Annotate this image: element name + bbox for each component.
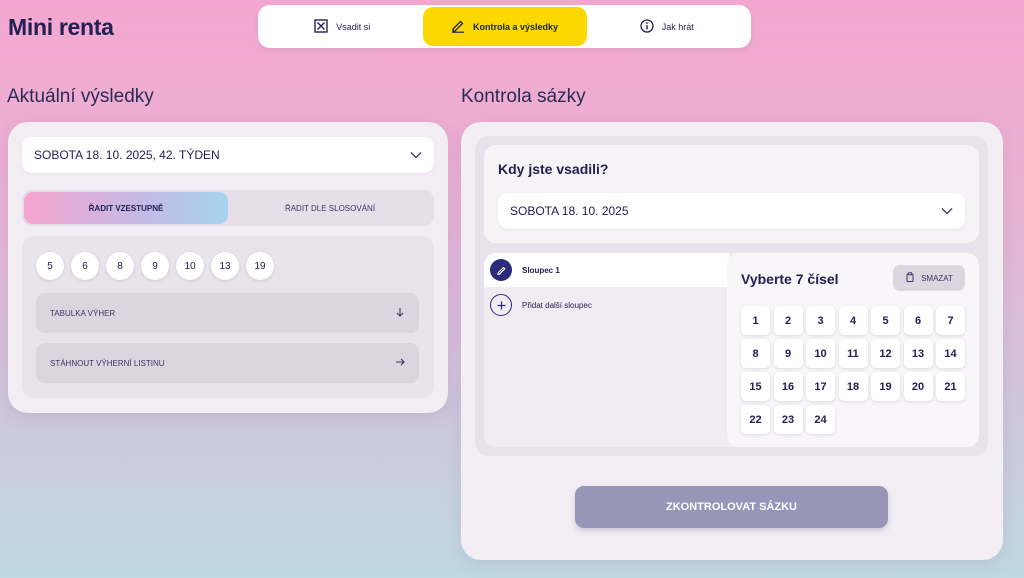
number-cell[interactable]: 1 <box>741 306 770 335</box>
number-cell[interactable]: 21 <box>936 372 965 401</box>
date-select-value: SOBOTA 18. 10. 2025 <box>510 204 629 218</box>
number-cell[interactable]: 17 <box>806 372 835 401</box>
picker-title: Vyberte 7 čísel <box>741 271 839 287</box>
prize-table-button[interactable]: TABULKA VÝHER <box>36 293 419 333</box>
number-cell[interactable]: 20 <box>903 372 933 401</box>
date-select[interactable]: SOBOTA 18. 10. 2025 <box>498 193 965 229</box>
check-title: Kontrola sázky <box>461 86 586 107</box>
number-cell[interactable]: 14 <box>936 339 965 368</box>
drawn-number: 8 <box>106 252 134 280</box>
chevron-down-icon <box>410 148 422 162</box>
number-cell[interactable]: 8 <box>741 339 770 368</box>
check-panel: Kdy jste vsadili? SOBOTA 18. 10. 2025 Sl… <box>475 136 988 456</box>
drawn-number: 10 <box>176 252 204 280</box>
results-title: Aktuální výsledky <box>7 86 154 107</box>
prize-table-label: TABULKA VÝHER <box>50 308 116 318</box>
number-picker: Vyberte 7 čísel SMAZAT 1 2 3 4 5 6 7 8 9 10 11 12 13… <box>727 253 979 447</box>
number-cell[interactable]: 23 <box>773 405 803 434</box>
add-column-label: Přidat další sloupec <box>522 300 592 310</box>
number-cell[interactable]: 11 <box>838 339 868 368</box>
ticket-x-icon <box>314 18 328 35</box>
chevron-down-icon <box>941 204 953 218</box>
number-cell[interactable]: 19 <box>871 372 900 401</box>
number-cell[interactable]: 9 <box>773 339 803 368</box>
tab-label: Vsadit si <box>336 21 371 32</box>
drawn-number: 5 <box>36 252 64 280</box>
results-card: SOBOTA 18. 10. 2025, 42. TÝDEN ŘADIT VZE… <box>8 122 448 413</box>
number-cell[interactable]: 10 <box>806 339 835 368</box>
top-navigation: Vsadit si Kontrola a výsledky Jak hrát <box>258 5 751 48</box>
download-list-button[interactable]: STÁHNOUT VÝHERNÍ LISTINU <box>36 343 419 383</box>
drawn-number: 13 <box>211 252 239 280</box>
tab-vsadit-si[interactable]: Vsadit si <box>262 7 423 46</box>
edit-pencil-icon <box>490 259 512 281</box>
sort-by-draw-button[interactable]: ŘADIT DLE SLOSOVÁNÍ <box>228 192 432 224</box>
number-cell[interactable]: 7 <box>936 306 965 335</box>
draw-select[interactable]: SOBOTA 18. 10. 2025, 42. TÝDEN <box>22 137 434 173</box>
number-grid: 1 2 3 4 5 6 7 8 9 10 11 12 13 14 15 16 17 18 19 20 21 22 23 24 <box>741 306 965 434</box>
plus-icon <box>490 294 512 316</box>
check-bet-button[interactable]: ZKONTROLOVAT SÁZKU <box>575 486 888 528</box>
clear-label: SMAZAT <box>921 273 953 283</box>
number-cell[interactable]: 24 <box>806 405 835 434</box>
drawn-number: 6 <box>71 252 99 280</box>
drawn-number: 19 <box>246 252 274 280</box>
tab-label: Kontrola a výsledky <box>472 21 559 32</box>
number-cell[interactable]: 13 <box>903 339 933 368</box>
arrow-down-icon <box>395 307 405 319</box>
clear-button[interactable]: SMAZAT <box>893 265 965 291</box>
sort-toggle: ŘADIT VZESTUPNĚ ŘADIT DLE SLOSOVÁNÍ <box>22 190 434 226</box>
check-card: Kdy jste vsadili? SOBOTA 18. 10. 2025 Sl… <box>461 122 1003 560</box>
number-cell[interactable]: 4 <box>838 306 868 335</box>
number-cell[interactable]: 18 <box>838 372 868 401</box>
column-1-label: Sloupec 1 <box>522 265 560 275</box>
tab-kontrola-a-vysledky[interactable]: Kontrola a výsledky <box>422 7 587 46</box>
results-box: 5 6 8 9 10 13 19 TABULKA VÝHER STÁHNOUT … <box>22 236 434 398</box>
add-column-button[interactable]: Přidat další sloupec <box>484 288 592 322</box>
draw-select-value: SOBOTA 18. 10. 2025, 42. TÝDEN <box>34 148 220 162</box>
arrow-right-icon <box>395 357 405 369</box>
when-box: Kdy jste vsadili? SOBOTA 18. 10. 2025 <box>484 145 979 243</box>
number-cell[interactable]: 12 <box>871 339 900 368</box>
number-cell[interactable]: 22 <box>741 405 770 434</box>
clipboard-icon <box>905 272 915 284</box>
column-1-item[interactable]: Sloupec 1 <box>484 253 729 287</box>
number-cell[interactable]: 5 <box>871 306 900 335</box>
info-icon <box>640 18 654 35</box>
pencil-icon <box>451 19 465 35</box>
when-title: Kdy jste vsadili? <box>498 161 609 177</box>
number-cell[interactable]: 2 <box>773 306 803 335</box>
drawn-numbers: 5 6 8 9 10 13 19 <box>36 252 274 280</box>
number-cell[interactable]: 16 <box>773 372 803 401</box>
tab-label: Jak hrát <box>661 21 694 32</box>
number-cell[interactable]: 6 <box>903 306 933 335</box>
brand-title: Mini renta <box>8 14 114 40</box>
sort-ascending-button[interactable]: ŘADIT VZESTUPNĚ <box>24 192 228 224</box>
column-box: Sloupec 1 Přidat další sloupec Vyberte 7… <box>484 253 979 447</box>
number-cell[interactable]: 3 <box>806 306 835 335</box>
download-list-label: STÁHNOUT VÝHERNÍ LISTINU <box>50 358 165 368</box>
drawn-number: 9 <box>141 252 169 280</box>
tab-jak-hrat[interactable]: Jak hrát <box>587 7 748 46</box>
number-cell[interactable]: 15 <box>741 372 770 401</box>
